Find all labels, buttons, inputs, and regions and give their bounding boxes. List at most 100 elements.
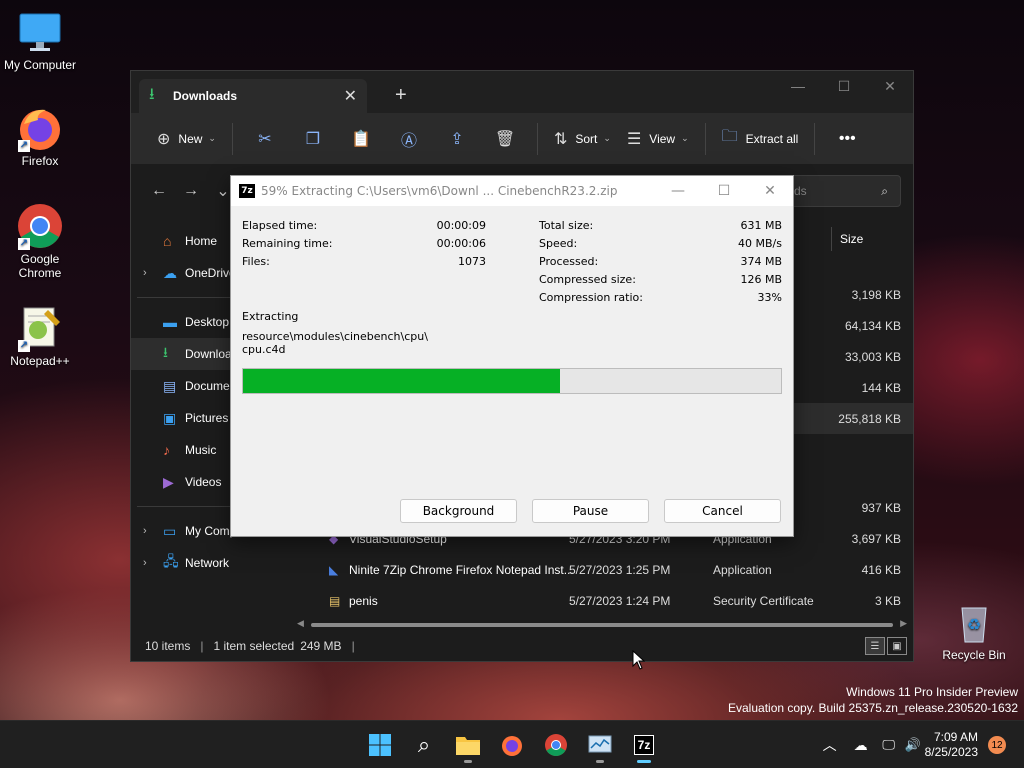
speed-value: 40 MB/s xyxy=(738,237,782,250)
pause-button[interactable]: Pause xyxy=(532,499,649,523)
minimize-button[interactable]: — xyxy=(775,71,821,101)
compressed-size-value: 126 MB xyxy=(740,273,782,286)
desktop-icon-label: Google Chrome xyxy=(18,252,62,280)
sort-button[interactable]: ⇅ Sort ⌄ xyxy=(546,123,619,155)
file-size: 144 KB xyxy=(861,380,901,395)
firefox-icon xyxy=(502,736,522,756)
windows-logo-icon xyxy=(369,734,391,756)
file-name-text: Ninite 7Zip Chrome Firefox Notepad Inst.… xyxy=(349,562,574,577)
maximize-button[interactable]: ☐ xyxy=(821,71,867,101)
file-name-text: penis xyxy=(349,593,378,608)
tiles-view-icon[interactable]: ▣ xyxy=(887,637,907,655)
file-size: 937 KB xyxy=(861,500,901,515)
horizontal-scrollbar[interactable]: ◀ ▶ xyxy=(297,618,907,628)
search-input[interactable]: ds ⌕ xyxy=(781,175,901,207)
details-view-icon[interactable]: ☰ xyxy=(865,637,885,655)
chevron-right-icon[interactable]: › xyxy=(143,525,147,537)
new-button[interactable]: ⊕ New ⌄ xyxy=(149,123,224,155)
paste-icon[interactable]: 📋 xyxy=(337,123,385,155)
file-date: 5/27/2023 1:24 PM xyxy=(569,593,671,608)
explorer-tabbar: ⭳ Downloads ✕ + — ☐ ✕ xyxy=(131,71,913,113)
share-icon[interactable]: ⇪ xyxy=(433,123,481,155)
network-icon: 🖧 xyxy=(163,553,179,569)
more-options-icon[interactable]: ••• xyxy=(823,123,871,155)
cloud-icon: ☁ xyxy=(163,264,177,281)
file-size: 3,198 KB xyxy=(851,287,901,302)
new-label: New xyxy=(178,131,203,146)
background-button[interactable]: Background xyxy=(400,499,517,523)
search-icon: ⌕ xyxy=(881,183,888,198)
command-bar: ⊕ New ⌄ ✂ ❐ 📋 Ⓐ ⇪ 🗑 ⇅ Sort ⌄ ☰ View ⌄ 🗀 … xyxy=(131,113,913,165)
file-date: 5/27/2023 1:25 PM xyxy=(569,562,671,577)
current-file-name: cpu.c4d xyxy=(242,343,286,356)
new-tab-button[interactable]: + xyxy=(395,84,407,107)
volume-icon[interactable]: 🔊 xyxy=(901,737,925,753)
start-button[interactable] xyxy=(362,729,398,761)
copy-icon[interactable]: ❐ xyxy=(289,123,337,155)
search-button[interactable]: ⌕ xyxy=(406,729,442,761)
view-button[interactable]: ☰ View ⌄ xyxy=(619,123,697,155)
close-tab-icon[interactable]: ✕ xyxy=(344,86,357,106)
processed-label: Processed: xyxy=(539,255,599,268)
dialog-titlebar: 7z 59% Extracting C:\Users\vm6\Downl ...… xyxy=(231,176,793,206)
download-icon: ⭳ xyxy=(163,344,168,360)
rename-icon[interactable]: Ⓐ xyxy=(385,123,433,155)
current-file-path: resource\modules\cinebench\cpu\ xyxy=(242,330,428,343)
extract-all-button[interactable]: 🗀 Extract all xyxy=(714,123,807,155)
forward-arrow-icon[interactable]: → xyxy=(175,182,207,200)
status-divider: | xyxy=(351,639,355,653)
back-arrow-icon[interactable]: ← xyxy=(143,182,175,200)
minimize-button[interactable]: — xyxy=(655,183,701,199)
close-window-button[interactable]: ✕ xyxy=(867,71,913,101)
taskbar: ⌕ 7z ︿ ☁ 🖵 🔊 7:09 AM 8/25/2023 12 xyxy=(0,720,1024,768)
chevron-up-icon[interactable]: ︿ xyxy=(815,735,845,755)
desktop-icon-label: Notepad++ xyxy=(10,354,70,368)
scrollbar-thumb[interactable] xyxy=(311,623,893,627)
file-size: 64,134 KB xyxy=(844,318,901,333)
chevron-down-icon: ⌄ xyxy=(603,133,611,143)
cut-icon[interactable]: ✂ xyxy=(241,123,289,155)
close-dialog-button[interactable]: ✕ xyxy=(747,183,793,199)
tab-downloads[interactable]: ⭳ Downloads ✕ xyxy=(139,79,367,113)
network-icon[interactable]: 🖵 xyxy=(877,737,901,753)
chevron-right-icon[interactable]: › xyxy=(143,557,147,569)
taskbar-chrome[interactable] xyxy=(538,729,574,761)
processed-value: 374 MB xyxy=(740,255,782,268)
monitor-icon: ▭ xyxy=(163,522,177,539)
column-header-size[interactable]: Size xyxy=(831,227,911,251)
taskbar-7zip[interactable]: 7z xyxy=(626,729,662,763)
nav-label: Music xyxy=(185,443,217,457)
total-size-label: Total size: xyxy=(539,219,594,232)
desktop-icon-firefox[interactable]: ↗ Firefox xyxy=(0,104,80,168)
speed-label: Speed: xyxy=(539,237,578,250)
system-tray: ︿ ☁ 🖵 🔊 7:09 AM 8/25/2023 12 xyxy=(815,721,1024,768)
file-size: 3 KB xyxy=(874,593,901,608)
chevron-right-icon[interactable]: › xyxy=(143,267,147,279)
ninite-icon: ◣ xyxy=(329,562,339,577)
taskbar-firefox[interactable] xyxy=(494,729,530,761)
onedrive-offline-icon[interactable]: ☁ xyxy=(845,737,877,754)
file-size: 255,818 KB xyxy=(838,411,901,426)
taskbar-file-explorer[interactable] xyxy=(450,729,486,763)
notification-badge[interactable]: 12 xyxy=(988,736,1006,754)
nav-item-network[interactable]: › 🖧 Network xyxy=(131,547,289,579)
desktop-icon-chrome[interactable]: ↗ Google Chrome xyxy=(0,202,80,280)
clock[interactable]: 7:09 AM 8/25/2023 xyxy=(925,730,978,760)
scroll-left-icon[interactable]: ◀ xyxy=(297,618,304,629)
maximize-button[interactable]: ☐ xyxy=(701,183,747,199)
taskbar-task-manager[interactable] xyxy=(582,729,618,763)
delete-icon[interactable]: 🗑 xyxy=(481,123,529,155)
scroll-right-icon[interactable]: ▶ xyxy=(900,618,907,629)
extract-progress-bar xyxy=(242,368,782,394)
file-row[interactable]: ◣ Ninite 7Zip Chrome Firefox Notepad Inst… xyxy=(291,554,913,585)
desktop-icon-my-computer[interactable]: My Computer xyxy=(0,8,80,72)
desktop-icon-recycle-bin[interactable]: ♻ Recycle Bin xyxy=(934,598,1014,662)
cancel-button[interactable]: Cancel xyxy=(664,499,781,523)
nav-label: Pictures xyxy=(185,411,229,425)
desktop-icon-notepadpp[interactable]: ↗ Notepad++ xyxy=(0,304,80,368)
toolbar-divider xyxy=(704,122,706,155)
ratio-label: Compression ratio: xyxy=(539,291,643,304)
file-row[interactable]: ▤ penis 5/27/2023 1:24 PM Security Certif… xyxy=(291,585,913,616)
document-icon: ▤ xyxy=(163,377,177,394)
notepadpp-icon: ↗ xyxy=(16,304,64,352)
